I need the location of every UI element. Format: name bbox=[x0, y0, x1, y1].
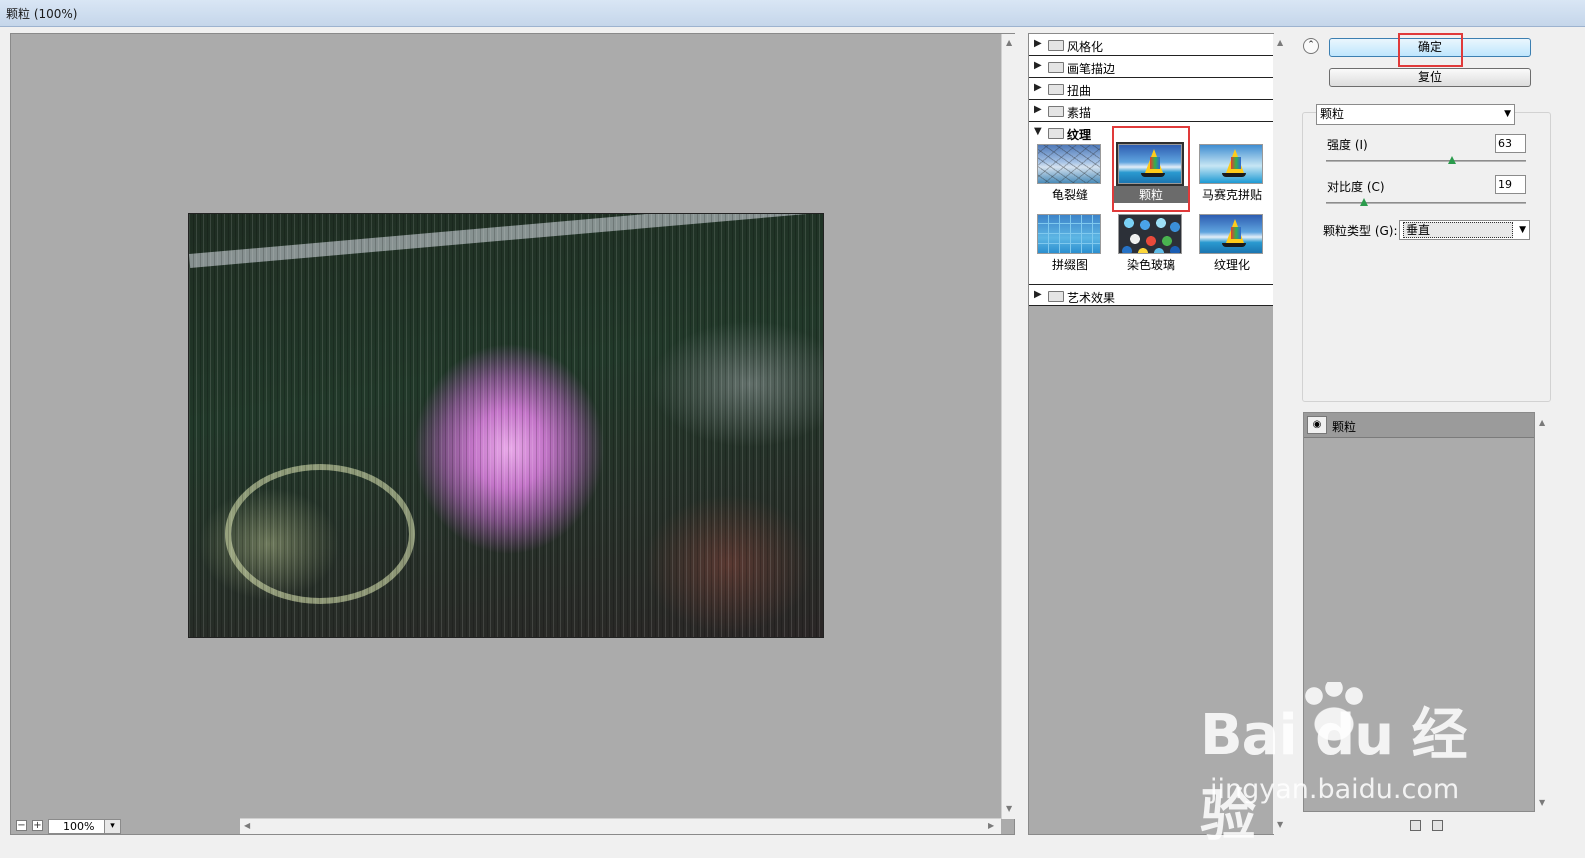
effect-layer-row[interactable]: ◉ 颗粒 bbox=[1304, 413, 1534, 438]
folder-icon bbox=[1048, 62, 1064, 73]
filter-caption: 龟裂缝 bbox=[1051, 188, 1088, 202]
zoom-dropdown-button[interactable]: ▾ bbox=[104, 819, 121, 834]
grain-type-select[interactable]: 垂直 ▼ bbox=[1399, 220, 1530, 240]
scroll-up-icon[interactable]: ▲ bbox=[1539, 418, 1545, 427]
zoom-level-field[interactable]: 100% bbox=[48, 819, 110, 834]
texturizer-thumbnail bbox=[1199, 214, 1263, 254]
chevron-down-icon: ▼ bbox=[1519, 225, 1526, 235]
grain-type-value: 垂直 bbox=[1403, 222, 1513, 238]
scroll-up-icon[interactable]: ▲ bbox=[1277, 38, 1283, 47]
mosaic-tiles-thumbnail bbox=[1199, 144, 1263, 184]
preview-horizontal-scrollbar[interactable]: ◀ ▶ bbox=[240, 818, 1001, 834]
watermark-brand: Bai du 经验 bbox=[1200, 703, 1468, 849]
folder-icon bbox=[1048, 106, 1064, 117]
title-bar: 颗粒 (100%) bbox=[0, 0, 1585, 27]
craquelure-thumbnail bbox=[1037, 144, 1101, 184]
category-stylize[interactable]: ▶ 风格化 bbox=[1029, 34, 1273, 56]
sail-stripes bbox=[1231, 157, 1241, 169]
category-artistic[interactable]: ▶ 艺术效果 bbox=[1029, 284, 1273, 306]
intensity-slider-thumb[interactable] bbox=[1448, 156, 1456, 164]
filter-select[interactable]: 颗粒 ▼ bbox=[1316, 104, 1515, 125]
intensity-input[interactable]: 63 bbox=[1495, 134, 1526, 153]
category-label: 素描 bbox=[1067, 106, 1092, 120]
scroll-left-icon[interactable]: ◀ bbox=[244, 821, 250, 830]
watermark-url: jingyan.baidu.com bbox=[1210, 774, 1460, 805]
folder-icon bbox=[1048, 291, 1064, 302]
category-label: 画笔描边 bbox=[1067, 62, 1116, 76]
baidu-jingyan-watermark: Bai du 经验 jingyan.baidu.com bbox=[1200, 682, 1500, 849]
filter-select-value: 颗粒 bbox=[1320, 107, 1345, 121]
scroll-up-icon[interactable]: ▲ bbox=[1006, 38, 1012, 47]
expand-triangle-icon[interactable]: ▶ bbox=[1034, 104, 1042, 115]
category-label: 纹理 bbox=[1067, 128, 1092, 142]
category-label: 艺术效果 bbox=[1067, 291, 1116, 305]
open-folder-icon bbox=[1048, 128, 1064, 139]
grain-type-label: 颗粒类型 (G): bbox=[1323, 224, 1398, 238]
layers-vertical-scrollbar[interactable]: ▲ ▼ bbox=[1535, 414, 1551, 812]
filter-thumb-mosaic-tiles[interactable]: 马赛克拼贴 bbox=[1195, 142, 1269, 206]
filter-thumb-stained-glass[interactable]: 染色玻璃 bbox=[1114, 212, 1188, 276]
category-sketch[interactable]: ▶ 素描 bbox=[1029, 100, 1273, 122]
scroll-down-icon[interactable]: ▼ bbox=[1006, 804, 1012, 813]
selected-filter-highlight bbox=[1112, 126, 1190, 212]
expand-triangle-icon[interactable]: ▶ bbox=[1034, 289, 1042, 300]
category-brush-strokes[interactable]: ▶ 画笔描边 bbox=[1029, 56, 1273, 78]
category-label: 风格化 bbox=[1067, 40, 1104, 54]
filter-caption: 拼缀图 bbox=[1051, 258, 1088, 272]
boat-hull bbox=[1222, 243, 1246, 247]
folder-icon bbox=[1048, 84, 1064, 95]
ok-button-highlight bbox=[1398, 33, 1463, 67]
filter-thumb-patchwork[interactable]: 拼缀图 bbox=[1033, 212, 1107, 276]
zoom-in-button[interactable]: + bbox=[32, 820, 43, 831]
folder-icon bbox=[1048, 40, 1064, 51]
chevron-down-icon: ▼ bbox=[1504, 109, 1511, 119]
filter-caption: 染色玻璃 bbox=[1126, 258, 1175, 272]
expand-triangle-icon[interactable]: ▶ bbox=[1034, 82, 1042, 93]
expand-triangle-icon[interactable]: ▶ bbox=[1034, 38, 1042, 49]
eye-icon[interactable]: ◉ bbox=[1307, 416, 1327, 434]
boat-hull bbox=[1222, 173, 1246, 177]
category-label: 扭曲 bbox=[1067, 84, 1092, 98]
reset-button[interactable]: 复位 bbox=[1329, 68, 1531, 87]
preview-vertical-scrollbar[interactable]: ▲ ▼ bbox=[1001, 34, 1017, 819]
stained-glass-thumbnail bbox=[1118, 214, 1182, 254]
filter-thumb-craquelure[interactable]: 龟裂缝 bbox=[1033, 142, 1107, 206]
sail-stripes bbox=[1231, 227, 1241, 239]
window-title: 颗粒 (100%) bbox=[6, 7, 78, 21]
grain-stripes bbox=[189, 214, 823, 637]
collapse-triangle-icon[interactable]: ▼ bbox=[1034, 126, 1042, 137]
preview-image bbox=[188, 213, 824, 638]
effect-layer-label: 颗粒 bbox=[1332, 420, 1357, 434]
scroll-down-icon[interactable]: ▼ bbox=[1539, 798, 1545, 807]
collapse-panel-icon[interactable]: ⌃ bbox=[1303, 38, 1319, 54]
filter-caption: 纹理化 bbox=[1213, 258, 1250, 272]
patchwork-thumbnail bbox=[1037, 214, 1101, 254]
contrast-input[interactable]: 19 bbox=[1495, 175, 1526, 194]
expand-triangle-icon[interactable]: ▶ bbox=[1034, 60, 1042, 71]
filter-settings-group bbox=[1302, 112, 1551, 402]
category-distort[interactable]: ▶ 扭曲 bbox=[1029, 78, 1273, 100]
scroll-right-icon[interactable]: ▶ bbox=[988, 821, 994, 830]
intensity-slider-track[interactable] bbox=[1326, 160, 1526, 162]
intensity-label: 强度 (I) bbox=[1327, 138, 1368, 152]
contrast-slider-track[interactable] bbox=[1326, 202, 1526, 204]
contrast-label: 对比度 (C) bbox=[1327, 180, 1385, 194]
zoom-out-button[interactable]: − bbox=[16, 820, 27, 831]
filter-caption: 马赛克拼贴 bbox=[1201, 188, 1262, 202]
contrast-slider-thumb[interactable] bbox=[1360, 198, 1368, 206]
filter-thumb-texturizer[interactable]: 纹理化 bbox=[1195, 212, 1269, 276]
